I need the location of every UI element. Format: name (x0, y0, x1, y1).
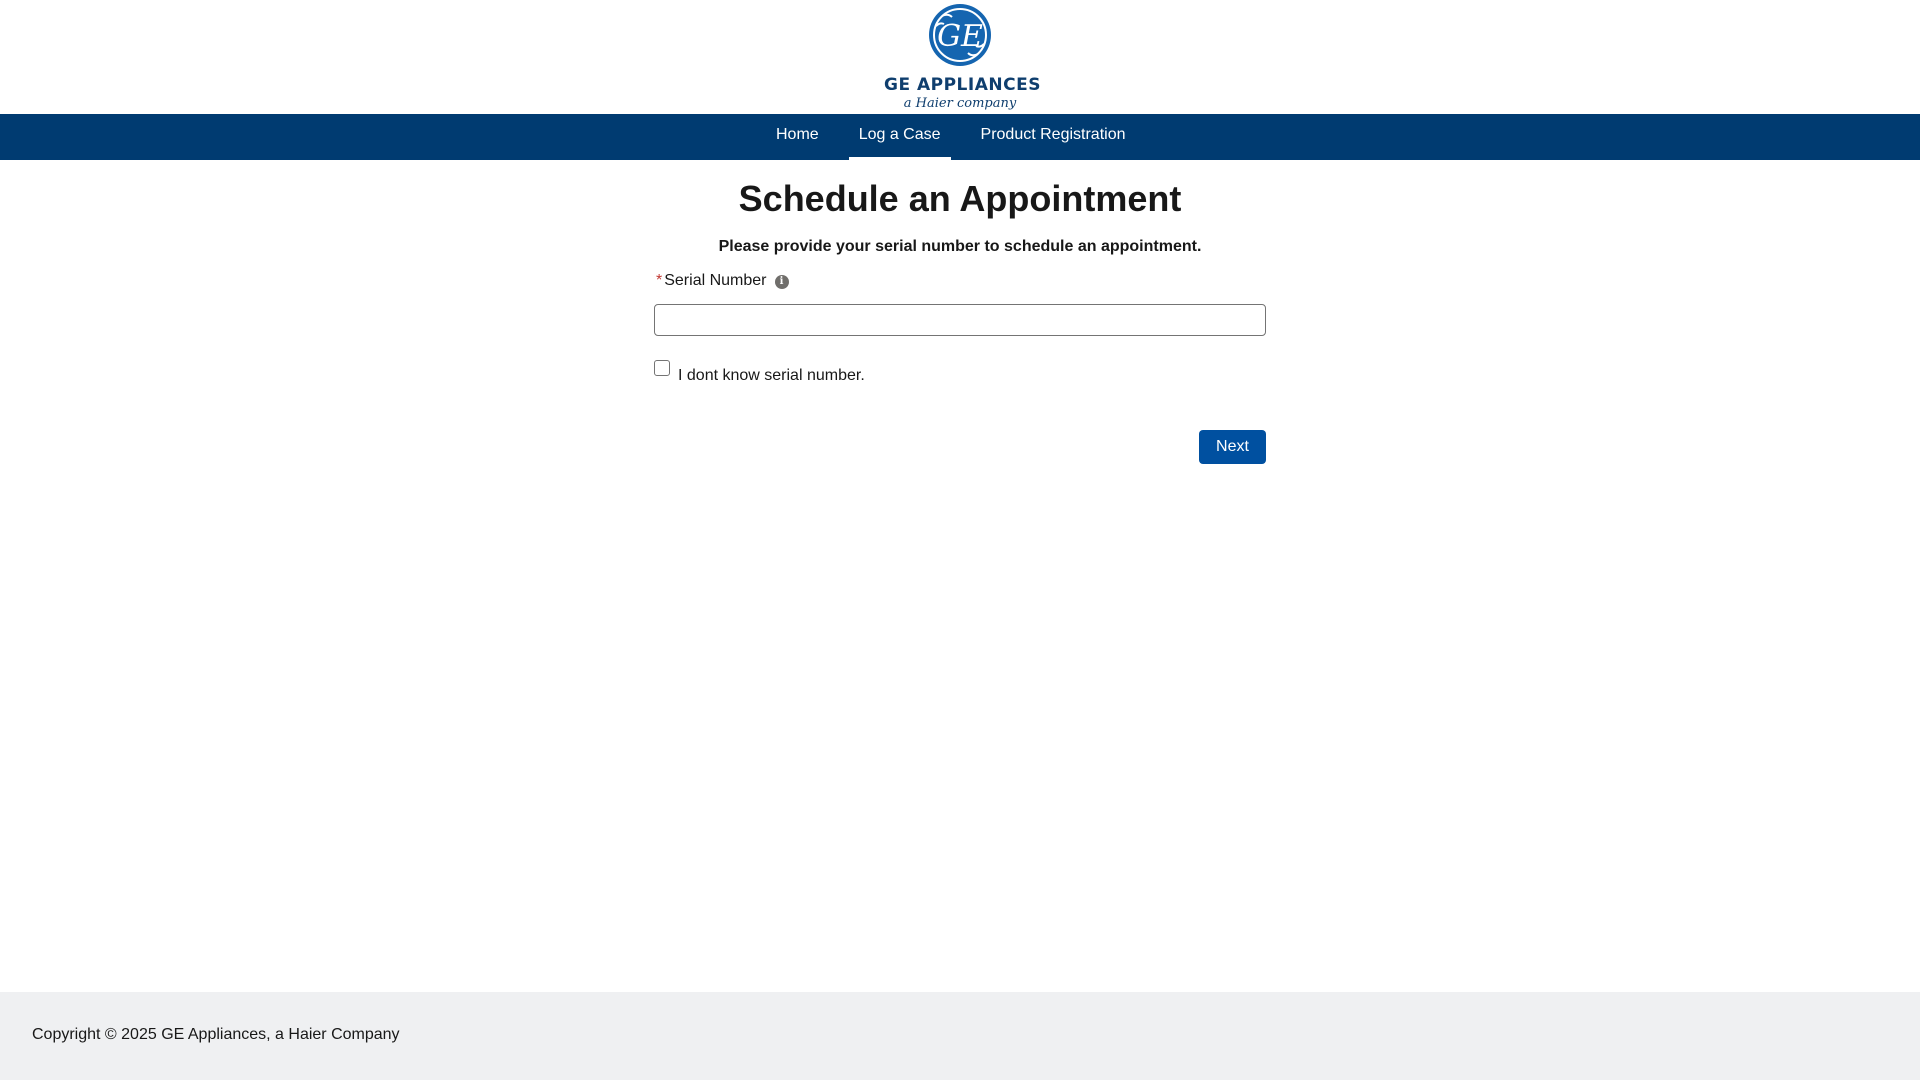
unknown-serial-label[interactable]: I dont know serial number. (678, 367, 865, 385)
serial-number-input[interactable] (654, 304, 1266, 336)
required-marker: * (656, 272, 663, 289)
ge-monogram-icon: GE (929, 4, 991, 66)
serial-number-label: * Serial Number i (656, 272, 789, 290)
header: GE GE APPLIANCES a Haier company (0, 0, 1920, 114)
next-button[interactable]: Next (1199, 430, 1266, 464)
main-navigation: Home Log a Case Product Registration (0, 114, 1920, 160)
page-subtitle: Please provide your serial number to sch… (718, 238, 1202, 255)
info-icon[interactable]: i (774, 275, 789, 289)
serial-number-label-text: Serial Number (664, 272, 767, 289)
logo-subtitle: a Haier company (903, 96, 1017, 111)
nav-item-home[interactable]: Home (766, 114, 829, 160)
logo-monogram: GE (937, 19, 983, 54)
page-title: Schedule an Appointment (738, 178, 1182, 219)
copyright-text: Copyright © 2025 GE Appliances, a Haier … (32, 1026, 400, 1043)
unknown-serial-checkbox[interactable] (654, 360, 670, 376)
nav-items: Home Log a Case Product Registration (766, 114, 1156, 160)
nav-item-product-registration[interactable]: Product Registration (971, 114, 1136, 160)
footer: Copyright © 2025 GE Appliances, a Haier … (0, 992, 1920, 1080)
nav-item-log-a-case[interactable]: Log a Case (848, 114, 951, 160)
ge-appliances-logo[interactable]: GE GE APPLIANCES a Haier company (884, 4, 1041, 111)
page: GE GE APPLIANCES a Haier company Home Lo… (0, 0, 1920, 1080)
logo-title: GE APPLIANCES (884, 75, 1041, 95)
